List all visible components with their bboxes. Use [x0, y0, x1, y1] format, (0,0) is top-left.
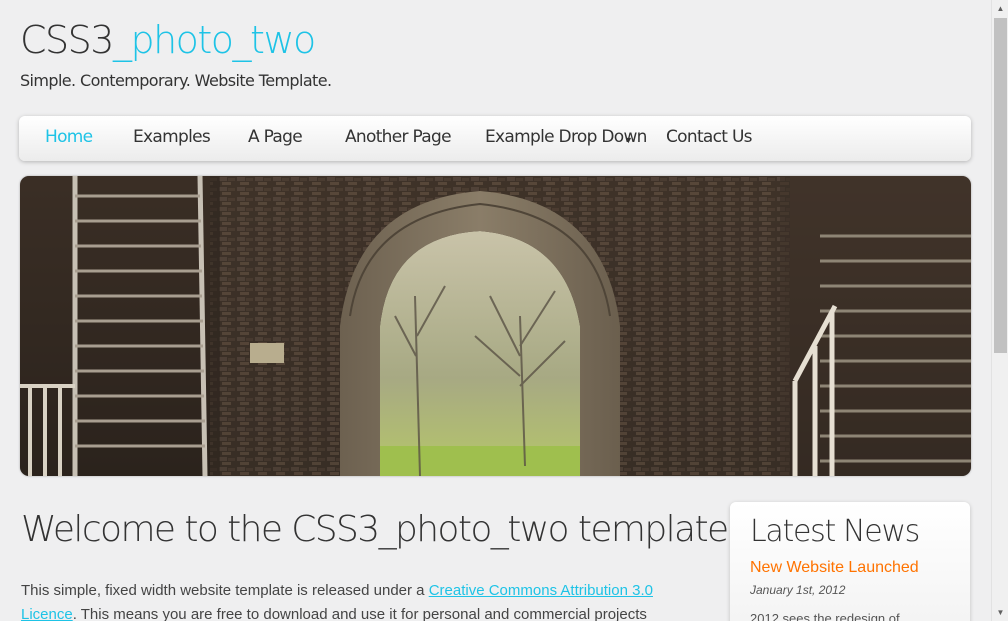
main-nav: Home Examples A Page Another Page Exampl…: [19, 116, 971, 161]
licence-link-continued[interactable]: Licence: [21, 606, 73, 621]
sidebar-title: Latest News: [750, 514, 920, 549]
banner-image: [20, 176, 971, 476]
nav-item-contact-us[interactable]: Contact Us: [666, 116, 753, 161]
content-title: Welcome to the CSS3_photo_two template: [21, 509, 729, 550]
caret-down-icon[interactable]: ▼: [624, 135, 633, 145]
intro-text-continued: . This means you are free to download an…: [72, 606, 647, 621]
nav-item-home[interactable]: Home: [45, 116, 93, 161]
logo-main: CSS3: [20, 18, 114, 62]
site-slogan: Simple. Contemporary. Website Template.: [20, 71, 332, 90]
vertical-scrollbar[interactable]: ▲ ▼: [991, 0, 1008, 621]
scrollbar-thumb[interactable]: [994, 18, 1007, 353]
news-text: 2012 sees the redesign of: [750, 611, 900, 621]
scroll-down-arrow-icon[interactable]: ▼: [992, 604, 1008, 621]
licence-link[interactable]: Creative Commons Attribution 3.0: [429, 582, 653, 599]
page: CSS3_photo_two Simple. Contemporary. Web…: [0, 0, 991, 621]
intro-text: This simple, fixed width website templat…: [21, 582, 429, 599]
sidebar-latest-news: Latest News New Website Launched January…: [730, 502, 970, 621]
scroll-up-arrow-icon[interactable]: ▲: [992, 0, 1008, 17]
site-logo[interactable]: CSS3_photo_two: [20, 18, 316, 62]
nav-item-examples[interactable]: Examples: [133, 116, 211, 161]
intro-paragraph-line-1: This simple, fixed width website templat…: [21, 582, 681, 599]
intro-paragraph-line-2: Licence. This means you are free to down…: [21, 606, 681, 621]
logo-accent: _photo_two: [112, 18, 316, 62]
archway-photo: [20, 176, 971, 476]
nav-item-another-page[interactable]: Another Page: [345, 116, 452, 161]
news-date: January 1st, 2012: [750, 583, 846, 597]
news-headline: New Website Launched: [750, 559, 919, 576]
nav-item-a-page[interactable]: A Page: [248, 116, 303, 161]
nav-item-example-drop-down[interactable]: Example Drop Down: [485, 116, 647, 161]
